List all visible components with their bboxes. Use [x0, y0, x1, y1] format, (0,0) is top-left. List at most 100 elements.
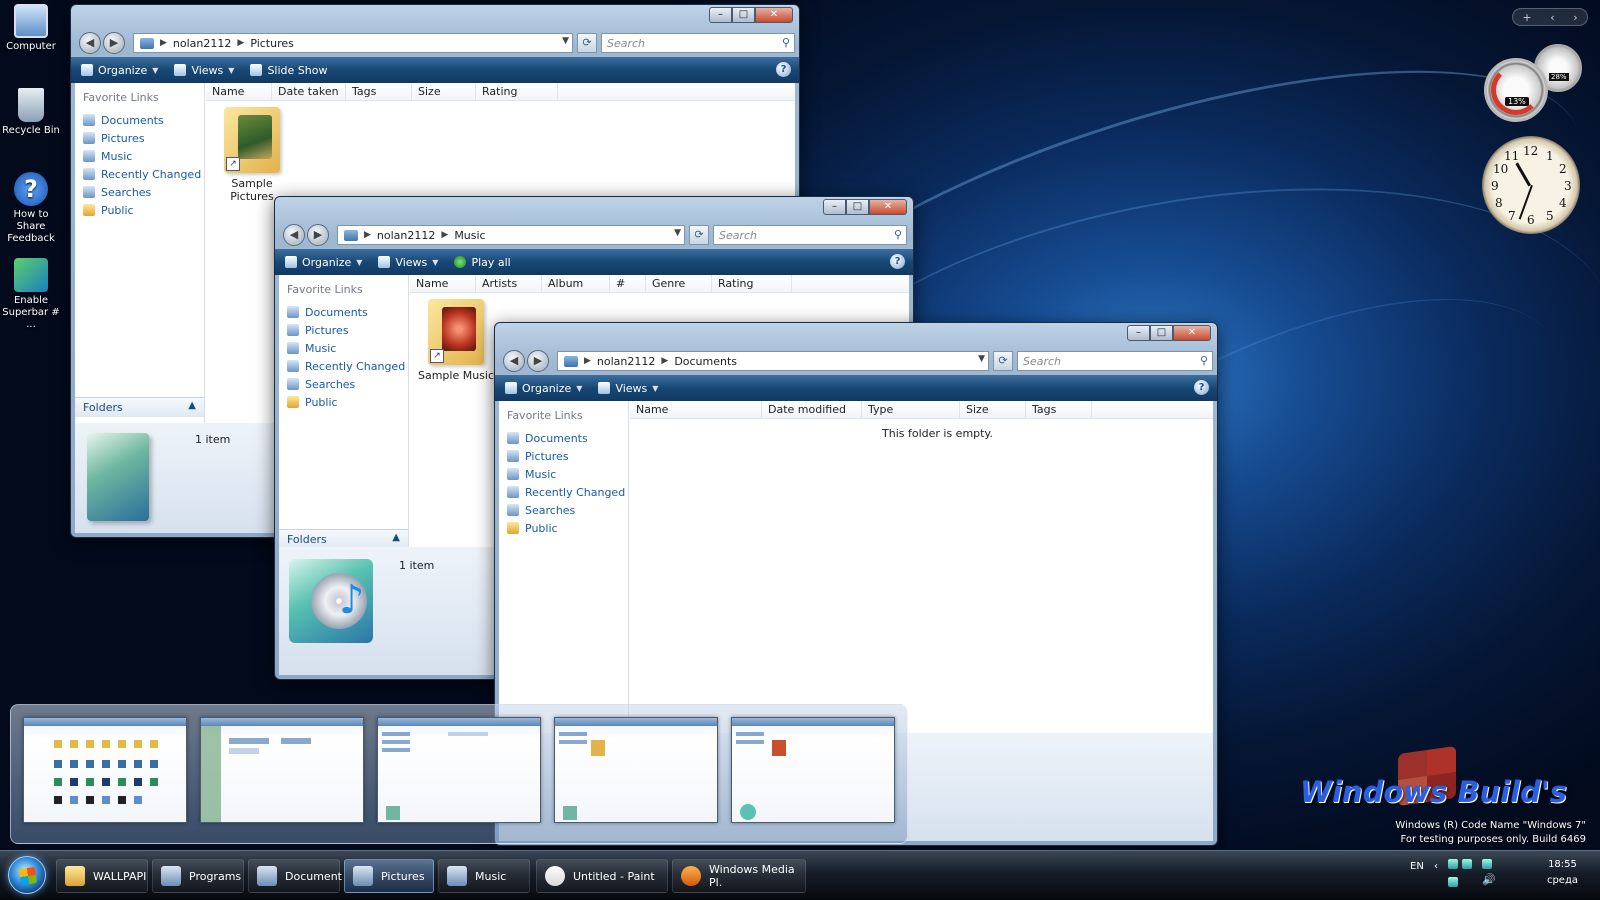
desktop-icon-computer[interactable]: Computer — [0, 4, 62, 53]
forward-button[interactable]: ▶ — [103, 32, 125, 54]
breadcrumb-segment[interactable]: Documents — [674, 355, 737, 368]
views-button[interactable]: Views ▼ — [378, 256, 438, 269]
organize-button[interactable]: Organize ▼ — [81, 64, 158, 77]
nav-link-music[interactable]: Music — [75, 147, 204, 165]
views-button[interactable]: Views ▼ — [174, 64, 234, 77]
nav-link-public[interactable]: Public — [279, 393, 408, 411]
breadcrumb-segment[interactable]: nolan2112 — [377, 229, 435, 242]
nav-link-searches[interactable]: Searches — [499, 501, 628, 519]
column-header-date-modified[interactable]: Date modified — [762, 401, 862, 419]
search-input[interactable]: Search ⚲ — [713, 225, 907, 245]
taskbar-button-programs[interactable]: Programs — [152, 859, 244, 893]
search-icon[interactable]: ⚲ — [1200, 354, 1208, 367]
column-header-album[interactable]: Album — [542, 275, 610, 293]
taskbar-button-media-player[interactable]: Windows Media Pl. — [672, 859, 806, 893]
window-thumbnail-pictures[interactable] — [554, 717, 718, 823]
taskbar-button-documents[interactable]: Document — [248, 859, 342, 893]
nav-link-documents[interactable]: Documents — [75, 111, 204, 129]
nav-link-recently-changed[interactable]: Recently Changed — [499, 483, 628, 501]
chevron-down-icon[interactable]: ▼ — [562, 36, 569, 46]
add-gadget-icon[interactable]: + — [1522, 11, 1531, 24]
views-button[interactable]: Views ▼ — [598, 382, 658, 395]
folder-item[interactable]: ↗ Sample Pictures — [212, 107, 292, 203]
breadcrumb-segment[interactable]: nolan2112 — [597, 355, 655, 368]
nav-link-music[interactable]: Music — [279, 339, 408, 357]
cpu-meter-gadget[interactable]: 13% — [1484, 58, 1548, 122]
column-header-rating[interactable]: Rating — [476, 83, 558, 101]
taskbar-button-pictures[interactable]: Pictures — [344, 859, 434, 893]
maximize-button[interactable]: □ — [732, 7, 755, 23]
nav-link-searches[interactable]: Searches — [75, 183, 204, 201]
next-gadget-icon[interactable]: › — [1573, 11, 1577, 24]
nav-link-documents[interactable]: Documents — [279, 303, 408, 321]
minimize-button[interactable]: – — [1127, 325, 1150, 341]
column-header-tags[interactable]: Tags — [346, 83, 412, 101]
folder-item[interactable]: ↗ Sample Music — [416, 299, 496, 382]
column-header-tags[interactable]: Tags — [1026, 401, 1092, 419]
minimize-button[interactable]: – — [823, 199, 846, 215]
slideshow-button[interactable]: Slide Show — [250, 64, 327, 77]
chevron-down-icon[interactable]: ▼ — [978, 354, 985, 364]
taskbar-button-paint[interactable]: Untitled - Paint — [536, 859, 668, 893]
nav-link-pictures[interactable]: Pictures — [75, 129, 204, 147]
back-button[interactable]: ◀ — [503, 350, 525, 372]
security-icon[interactable] — [1448, 877, 1458, 887]
desktop-icon-feedback[interactable]: ? How to Share Feedback — [0, 172, 62, 245]
breadcrumb-segment[interactable]: Music — [454, 229, 485, 242]
breadcrumb-segment[interactable]: Pictures — [250, 37, 294, 50]
search-icon[interactable]: ⚲ — [894, 228, 902, 241]
column-header-name[interactable]: Name — [206, 83, 272, 101]
nav-link-pictures[interactable]: Pictures — [499, 447, 628, 465]
title-bar[interactable]: – □ ✕ — [275, 197, 913, 221]
clock-gadget[interactable]: 12 3 6 9 1 2 4 5 7 8 10 11 — [1482, 136, 1580, 234]
column-header-artists[interactable]: Artists — [476, 275, 542, 293]
column-header-name[interactable]: Name — [630, 401, 762, 419]
nav-link-recently-changed[interactable]: Recently Changed — [75, 165, 204, 183]
window-thumbnail-programs[interactable] — [200, 717, 364, 823]
start-button[interactable] — [8, 856, 46, 894]
network-icon[interactable] — [1448, 859, 1458, 869]
address-bar[interactable]: ▶ nolan2112 ▶ Music ▼ — [337, 225, 685, 245]
taskbar-button-wallpapers[interactable]: WALLPAPI — [56, 859, 148, 893]
previous-gadget-icon[interactable]: ‹ — [1550, 11, 1554, 24]
window-thumbnail-music[interactable] — [731, 717, 895, 823]
close-button[interactable]: ✕ — [869, 199, 907, 215]
close-button[interactable]: ✕ — [1173, 325, 1211, 341]
column-header-name[interactable]: Name — [410, 275, 476, 293]
help-icon[interactable]: ? — [776, 62, 791, 77]
close-button[interactable]: ✕ — [755, 7, 793, 23]
refresh-button[interactable]: ⟳ — [689, 225, 709, 245]
nav-link-public[interactable]: Public — [499, 519, 628, 537]
refresh-button[interactable]: ⟳ — [577, 33, 597, 53]
language-indicator[interactable]: EN — [1410, 861, 1424, 872]
address-bar[interactable]: ▶ nolan2112 ▶ Documents ▼ — [557, 351, 989, 371]
help-icon[interactable]: ? — [1194, 380, 1209, 395]
maximize-button[interactable]: □ — [1150, 325, 1173, 341]
search-icon[interactable]: ⚲ — [782, 36, 790, 49]
nav-link-documents[interactable]: Documents — [499, 429, 628, 447]
clock[interactable]: 18:55 среда — [1547, 857, 1578, 889]
minimize-button[interactable]: – — [709, 7, 732, 23]
network-activity-icon[interactable] — [1482, 859, 1492, 869]
column-header-size[interactable]: Size — [960, 401, 1026, 419]
breadcrumb-segment[interactable]: nolan2112 — [173, 37, 231, 50]
back-button[interactable]: ◀ — [79, 32, 101, 54]
address-bar[interactable]: ▶ nolan2112 ▶ Pictures ▼ — [133, 33, 573, 53]
column-header-size[interactable]: Size — [412, 83, 476, 101]
column-header-genre[interactable]: Genre — [646, 275, 712, 293]
refresh-button[interactable]: ⟳ — [993, 351, 1013, 371]
desktop-icon-superbar[interactable]: Enable Superbar # ... — [0, 258, 62, 331]
play-all-button[interactable]: Play all — [454, 256, 511, 269]
display-icon[interactable] — [1462, 859, 1472, 869]
window-thumbnail-wallpapers[interactable] — [23, 717, 187, 823]
gadget-toolbar[interactable]: + ‹ › — [1512, 8, 1588, 26]
search-input[interactable]: Search ⚲ — [601, 33, 795, 53]
desktop-icon-recycle-bin[interactable]: Recycle Bin — [0, 88, 62, 137]
nav-link-pictures[interactable]: Pictures — [279, 321, 408, 339]
nav-link-public[interactable]: Public — [75, 201, 204, 219]
organize-button[interactable]: Organize ▼ — [505, 382, 582, 395]
column-header-type[interactable]: Type — [862, 401, 960, 419]
maximize-button[interactable]: □ — [846, 199, 869, 215]
folders-toggle[interactable]: Folders ▲ — [75, 397, 204, 417]
window-thumbnail-documents[interactable] — [377, 717, 541, 823]
